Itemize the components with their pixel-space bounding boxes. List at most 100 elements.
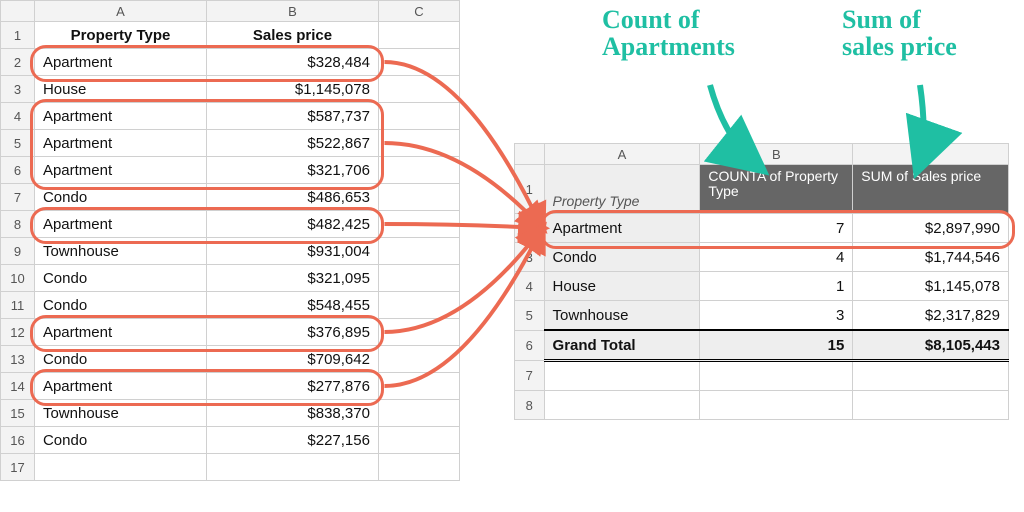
source-cell[interactable] — [378, 211, 459, 238]
source-cell-sales-price[interactable]: $548,455 — [206, 292, 378, 319]
source-cell-sales-price[interactable]: $227,156 — [206, 427, 378, 454]
pivot-col-header-c[interactable]: C — [853, 144, 1009, 165]
source-cell-sales-price[interactable]: $482,425 — [206, 211, 378, 238]
pivot-cell-property-type[interactable]: House — [544, 272, 700, 301]
pivot-header-property-type[interactable]: Property Type — [544, 165, 700, 214]
source-cell-sales-price[interactable]: $321,095 — [206, 265, 378, 292]
pivot-cell-sum[interactable]: $2,897,990 — [853, 214, 1009, 243]
pivot-cell-sum[interactable]: $1,744,546 — [853, 243, 1009, 272]
source-cell[interactable] — [378, 157, 459, 184]
source-cell-property-type[interactable]: Apartment — [34, 103, 206, 130]
source-cell[interactable] — [378, 184, 459, 211]
source-cell-property-type[interactable]: Condo — [34, 346, 206, 373]
pivot-row-header[interactable]: 1 — [515, 165, 545, 214]
source-cell-property-type[interactable]: Apartment — [34, 157, 206, 184]
source-row-header[interactable]: 4 — [1, 103, 35, 130]
pivot-cell-property-type[interactable]: Condo — [544, 243, 700, 272]
source-cell-sales-price[interactable]: $709,642 — [206, 346, 378, 373]
source-row-header[interactable]: 17 — [1, 454, 35, 481]
pivot-col-header-b[interactable]: B — [700, 144, 853, 165]
pivot-row-header[interactable]: 8 — [515, 391, 545, 420]
pivot-sheet[interactable]: A B C 1 Property Type COUNTA of Property… — [514, 143, 1009, 420]
source-row-header[interactable]: 16 — [1, 427, 35, 454]
source-cell-sales-price[interactable]: $838,370 — [206, 400, 378, 427]
source-cell-property-type[interactable]: Apartment — [34, 319, 206, 346]
pivot-cell-count[interactable]: 7 — [700, 214, 853, 243]
pivot-cell-sum[interactable]: $2,317,829 — [853, 301, 1009, 331]
source-cell-property-type[interactable]: Condo — [34, 292, 206, 319]
source-cell-sales-price[interactable]: $1,145,078 — [206, 76, 378, 103]
source-col-header-a[interactable]: A — [34, 1, 206, 22]
source-row-header[interactable]: 2 — [1, 49, 35, 76]
pivot-row-header[interactable]: 5 — [515, 301, 545, 331]
source-row-header[interactable]: 6 — [1, 157, 35, 184]
source-row-header[interactable]: 12 — [1, 319, 35, 346]
pivot-row-header[interactable]: 4 — [515, 272, 545, 301]
source-cell-property-type[interactable]: Townhouse — [34, 400, 206, 427]
source-row-header[interactable]: 13 — [1, 346, 35, 373]
source-cell-property-type[interactable]: Townhouse — [34, 238, 206, 265]
source-cell[interactable] — [378, 400, 459, 427]
source-row-header[interactable]: 8 — [1, 211, 35, 238]
pivot-cell-count[interactable]: 1 — [700, 272, 853, 301]
source-row-header[interactable]: 14 — [1, 373, 35, 400]
pivot-cell[interactable] — [700, 361, 853, 391]
source-cell-property-type[interactable]: Condo — [34, 265, 206, 292]
source-col-header-b[interactable]: B — [206, 1, 378, 22]
source-row-header[interactable]: 9 — [1, 238, 35, 265]
source-cell[interactable] — [378, 427, 459, 454]
pivot-cell[interactable] — [853, 361, 1009, 391]
source-cell[interactable] — [378, 292, 459, 319]
pivot-cell-property-type[interactable]: Apartment — [544, 214, 700, 243]
source-cell[interactable] — [378, 319, 459, 346]
source-cell[interactable] — [378, 130, 459, 157]
source-cell[interactable] — [378, 346, 459, 373]
pivot-total-sum[interactable]: $8,105,443 — [853, 330, 1009, 361]
pivot-cell[interactable] — [544, 391, 700, 420]
source-sheet[interactable]: A B C 1 Property Type Sales price 2Apart… — [0, 0, 460, 481]
source-cell-sales-price[interactable]: $931,004 — [206, 238, 378, 265]
source-cell-sales-price[interactable]: $376,895 — [206, 319, 378, 346]
pivot-cell-property-type[interactable]: Townhouse — [544, 301, 700, 331]
source-cell-property-type[interactable]: Apartment — [34, 49, 206, 76]
source-cell-property-type[interactable]: Apartment — [34, 130, 206, 157]
source-row-header[interactable]: 1 — [1, 22, 35, 49]
source-cell[interactable] — [378, 373, 459, 400]
source-row-header[interactable]: 5 — [1, 130, 35, 157]
source-cell-property-type[interactable]: Condo — [34, 427, 206, 454]
pivot-row-header[interactable]: 6 — [515, 330, 545, 361]
source-cell[interactable] — [378, 238, 459, 265]
source-cell-sales-price[interactable]: $321,706 — [206, 157, 378, 184]
source-col-header-c[interactable]: C — [378, 1, 459, 22]
pivot-cell-count[interactable]: 4 — [700, 243, 853, 272]
source-row-header[interactable]: 7 — [1, 184, 35, 211]
source-cell-property-type[interactable]: Apartment — [34, 211, 206, 238]
source-cell-property-type[interactable]: House — [34, 76, 206, 103]
pivot-cell[interactable] — [853, 391, 1009, 420]
source-cell-sales-price[interactable]: $277,876 — [206, 373, 378, 400]
pivot-cell-count[interactable]: 3 — [700, 301, 853, 331]
pivot-row-header[interactable]: 7 — [515, 361, 545, 391]
source-cell-sales-price[interactable]: $486,653 — [206, 184, 378, 211]
source-row-header[interactable]: 11 — [1, 292, 35, 319]
pivot-total-count[interactable]: 15 — [700, 330, 853, 361]
source-cell[interactable] — [206, 454, 378, 481]
pivot-header-count[interactable]: COUNTA of Property Type — [700, 165, 853, 214]
source-row-header[interactable]: 15 — [1, 400, 35, 427]
source-cell-sales-price[interactable]: $587,737 — [206, 103, 378, 130]
pivot-cell[interactable] — [544, 361, 700, 391]
source-cell-property-type[interactable]: Apartment — [34, 373, 206, 400]
source-cell-property-type[interactable]: Condo — [34, 184, 206, 211]
pivot-cell[interactable] — [700, 391, 853, 420]
source-cell[interactable] — [378, 454, 459, 481]
pivot-row-header[interactable]: 2 — [515, 214, 545, 243]
pivot-total-label[interactable]: Grand Total — [544, 330, 700, 361]
source-cell[interactable] — [378, 265, 459, 292]
source-header-c[interactable] — [378, 22, 459, 49]
source-row-header[interactable]: 3 — [1, 76, 35, 103]
source-header-sales-price[interactable]: Sales price — [206, 22, 378, 49]
source-cell-sales-price[interactable]: $522,867 — [206, 130, 378, 157]
source-cell[interactable] — [34, 454, 206, 481]
pivot-cell-sum[interactable]: $1,145,078 — [853, 272, 1009, 301]
pivot-col-header-a[interactable]: A — [544, 144, 700, 165]
